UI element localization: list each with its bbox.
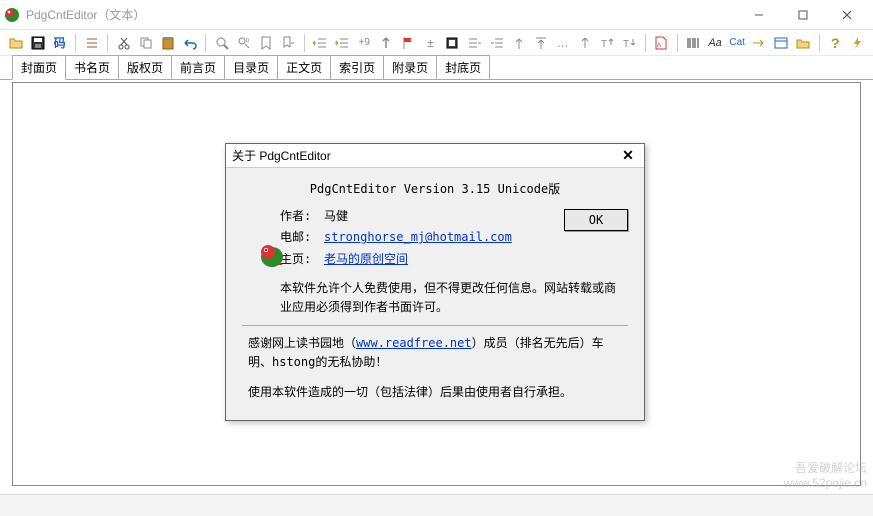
plus9-icon[interactable]: +9 [355, 33, 374, 53]
email-link[interactable]: stronghorse_mj@hotmail.com [324, 228, 512, 247]
window-controls [737, 1, 869, 29]
maximize-button[interactable] [781, 1, 825, 29]
tab-index[interactable]: 索引页 [330, 55, 384, 79]
pdf-icon[interactable]: A [651, 33, 670, 53]
flag-icon[interactable] [399, 33, 418, 53]
author-value: 马健 [324, 207, 348, 226]
email-label: 电邮: [280, 228, 324, 247]
thanks-text: 感谢网上读书园地（www.readfree.net）成员（排名无先后）车明、hs… [248, 334, 622, 372]
svg-text:T: T [601, 39, 607, 50]
move-up-icon[interactable] [509, 33, 528, 53]
readfree-link[interactable]: www.readfree.net [356, 336, 472, 350]
home-link[interactable]: 老马的原创空间 [324, 250, 408, 269]
list-icon[interactable] [82, 33, 101, 53]
up-arrow2-icon[interactable] [575, 33, 594, 53]
find-icon[interactable] [212, 33, 231, 53]
text-up-icon[interactable]: T [597, 33, 616, 53]
paste-icon[interactable] [158, 33, 177, 53]
tab-body[interactable]: 正文页 [277, 55, 331, 79]
titlebar: PdgCntEditor（文本） [0, 0, 873, 30]
separator [107, 34, 108, 52]
copy-icon[interactable] [136, 33, 155, 53]
minimize-button[interactable] [737, 1, 781, 29]
disclaimer-text: 使用本软件造成的一切（包括法律）后果由使用者自行承担。 [248, 383, 622, 402]
separator [242, 325, 628, 326]
separator [75, 34, 76, 52]
author-label: 作者: [280, 207, 324, 226]
app-icon-large [258, 241, 286, 269]
ok-button[interactable]: OK [564, 209, 628, 231]
arrow-icon[interactable] [750, 33, 769, 53]
dialog-titlebar: 关于 PdgCntEditor ✕ [226, 144, 644, 168]
window-title: PdgCntEditor（文本） [26, 6, 737, 23]
text-down-icon[interactable]: T [619, 33, 638, 53]
barcode-icon[interactable] [683, 33, 702, 53]
rect-icon[interactable] [443, 33, 462, 53]
undo-icon[interactable] [180, 33, 199, 53]
tab-back[interactable]: 封底页 [436, 55, 490, 79]
tab-bar: 封面页 书名页 版权页 前言页 目录页 正文页 索引页 附录页 封底页 [0, 56, 873, 80]
tab-copyright[interactable]: 版权页 [118, 55, 172, 79]
font-icon[interactable]: Aa [706, 33, 725, 53]
open-icon[interactable] [6, 33, 25, 53]
up-arrow-icon[interactable] [377, 33, 396, 53]
bookmark-nav-icon[interactable] [279, 33, 298, 53]
separator [819, 34, 820, 52]
dots-icon[interactable]: … [553, 33, 572, 53]
status-bar [0, 494, 873, 516]
home-label: 主页: [280, 250, 324, 269]
dialog-heading: PdgCntEditor Version 3.15 Unicode版 [242, 180, 628, 199]
replace-icon[interactable]: b [234, 33, 253, 53]
dialog-close-button[interactable]: ✕ [618, 146, 638, 166]
lightning-icon[interactable] [848, 33, 867, 53]
toolbar: 码 b +9 ± … T T A Aa Cat ? [0, 30, 873, 56]
cat-icon[interactable]: Cat [728, 33, 747, 53]
app-icon [4, 7, 20, 23]
save-icon[interactable] [28, 33, 47, 53]
separator [205, 34, 206, 52]
folder-icon[interactable] [794, 33, 813, 53]
license-text: 本软件允许个人免费使用，但不得更改任何信息。网站转载或商业应用必须得到作者书面许… [280, 279, 622, 317]
to-top-icon[interactable] [531, 33, 550, 53]
tab-toc[interactable]: 目录页 [224, 55, 278, 79]
about-dialog: 关于 PdgCntEditor ✕ PdgCntEditor Version 3… [225, 143, 645, 421]
cut-icon[interactable] [114, 33, 133, 53]
tab-title[interactable]: 书名页 [65, 55, 119, 79]
svg-text:T: T [623, 39, 629, 50]
separator [304, 34, 305, 52]
close-button[interactable] [825, 1, 869, 29]
indent-right-icon[interactable] [487, 33, 506, 53]
window-icon[interactable] [772, 33, 791, 53]
indent-icon[interactable] [333, 33, 352, 53]
dialog-title: 关于 PdgCntEditor [232, 147, 618, 164]
plusminus-icon[interactable]: ± [421, 33, 440, 53]
help-icon[interactable]: ? [826, 33, 845, 53]
svg-text:A: A [657, 43, 661, 49]
separator [677, 34, 678, 52]
tab-appendix[interactable]: 附录页 [383, 55, 437, 79]
indent-left-icon[interactable] [465, 33, 484, 53]
outdent-icon[interactable] [311, 33, 330, 53]
svg-text:b: b [246, 38, 250, 44]
separator [645, 34, 646, 52]
tab-preface[interactable]: 前言页 [171, 55, 225, 79]
bookmark-icon[interactable] [256, 33, 275, 53]
tab-cover[interactable]: 封面页 [12, 55, 66, 80]
code-icon[interactable]: 码 [50, 33, 69, 53]
